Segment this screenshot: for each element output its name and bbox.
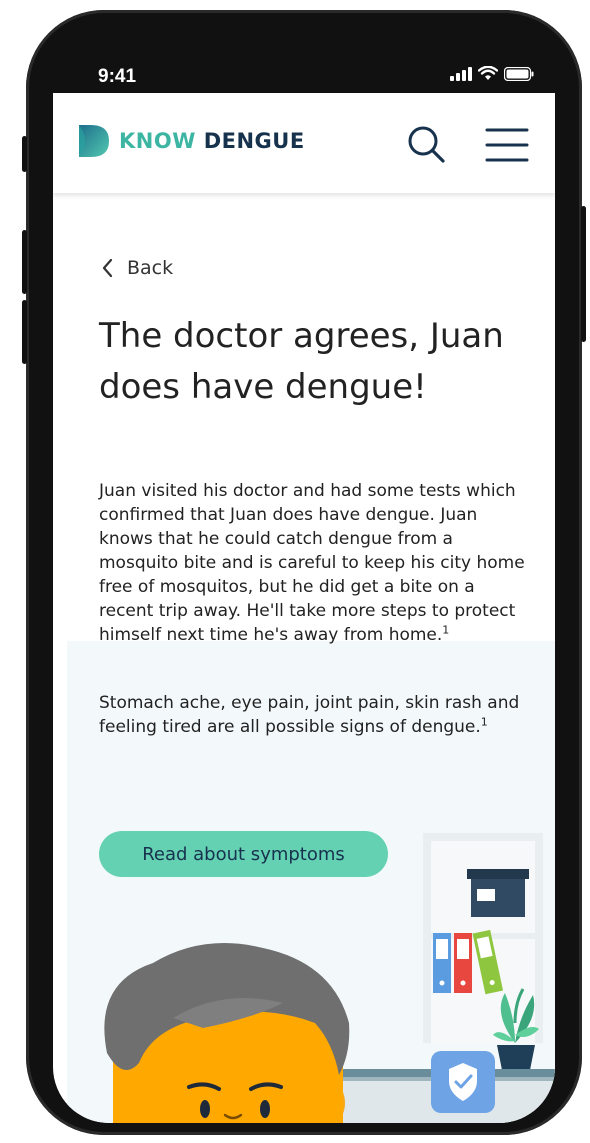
read-about-symptoms-button[interactable]: Read about symptoms [99, 831, 388, 877]
article-paragraph-2: Stomach ache, eye pain, joint pain, skin… [99, 691, 529, 739]
logo-word-dengue: DENGUE [203, 129, 305, 153]
chevron-left-icon [102, 258, 113, 278]
hamburger-menu-icon [485, 128, 529, 162]
reference-marker-1[interactable]: 1 [442, 623, 449, 636]
logo-text: KNOW DENGUE [119, 129, 305, 153]
phone-power-button [581, 206, 586, 342]
phone-volume-up-button [22, 230, 27, 294]
paragraph-1-text: Juan visited his doctor and had some tes… [99, 481, 525, 645]
page-title: The doctor agrees, Juan does have dengue… [99, 316, 504, 407]
privacy-shield-button[interactable] [431, 1051, 495, 1113]
menu-button[interactable] [485, 125, 529, 165]
logo-word-know: KNOW [119, 129, 196, 153]
wifi-icon [478, 66, 498, 80]
status-time: 9:41 [98, 66, 137, 87]
phone-frame: 9:41 KNOW DENGUE Back The doctor agrees,… [22, 10, 586, 1135]
paragraph-2-text: Stomach ache, eye pain, joint pain, skin… [99, 693, 520, 737]
back-label: Back [127, 257, 174, 279]
article-paragraph-1: Juan visited his doctor and had some tes… [99, 479, 529, 647]
back-link[interactable]: Back [99, 257, 173, 279]
storage-box-illustration [467, 869, 529, 917]
phone-volume-down-button [22, 300, 27, 364]
juan-character-illustration [104, 943, 350, 1123]
search-icon [408, 126, 445, 163]
battery-icon [504, 66, 534, 81]
screen: KNOW DENGUE Back The doctor agrees, Juan… [53, 93, 555, 1123]
reference-marker-2[interactable]: 1 [481, 715, 488, 728]
shield-check-icon [449, 1063, 477, 1101]
know-dengue-logo[interactable]: KNOW DENGUE [77, 123, 305, 159]
site-header: KNOW DENGUE [53, 93, 555, 193]
phone-side-button [22, 136, 27, 172]
search-button[interactable] [405, 123, 449, 167]
signal-icon [450, 66, 472, 81]
status-icons [450, 66, 534, 81]
logo-mark-icon [79, 125, 109, 157]
